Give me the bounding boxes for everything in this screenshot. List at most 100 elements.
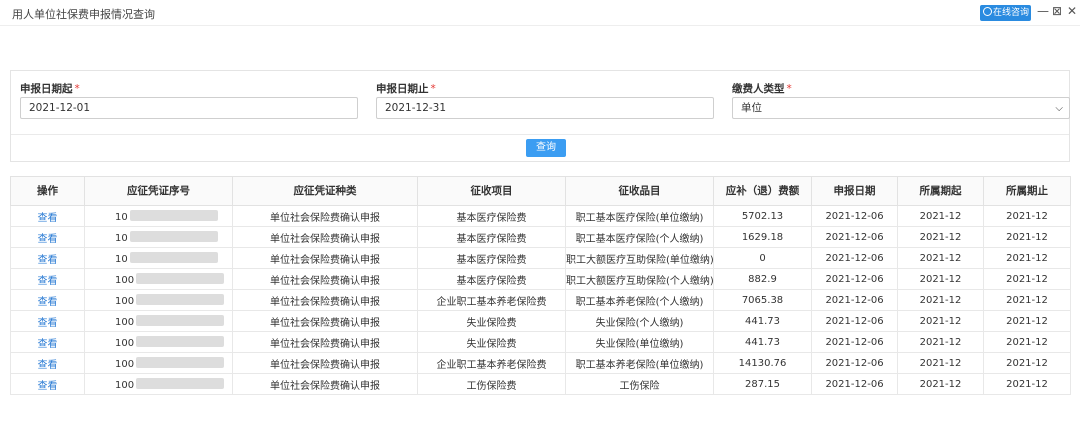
table-row: 查看 100 单位社会保险费确认申报 失业保险费 失业保险(个人缴纳) 441.73 202… bbox=[10, 310, 1071, 332]
period-end: 2021-12 bbox=[983, 289, 1071, 311]
voucher-no: 100 bbox=[84, 310, 233, 332]
voucher-no: 100 bbox=[84, 373, 233, 395]
view-link[interactable]: 查看 bbox=[10, 226, 85, 248]
collect-sub-item: 失业保险(单位缴纳) bbox=[565, 331, 714, 353]
view-link[interactable]: 查看 bbox=[10, 331, 85, 353]
voucher-type: 单位社会保险费确认申报 bbox=[232, 226, 418, 248]
declare-date: 2021-12-06 bbox=[811, 205, 898, 227]
close-icon[interactable]: ✕ bbox=[1067, 4, 1077, 18]
collect-sub-item: 工伤保险 bbox=[565, 373, 714, 395]
period-start: 2021-12 bbox=[897, 331, 984, 353]
period-start: 2021-12 bbox=[897, 205, 984, 227]
view-link[interactable]: 查看 bbox=[10, 310, 85, 332]
start-date-input[interactable]: 2021-12-01 bbox=[20, 97, 358, 119]
payer-type-select[interactable]: 单位 ⌵ bbox=[732, 97, 1070, 119]
voucher-no: 100 bbox=[84, 331, 233, 353]
voucher-no-text: 100 bbox=[115, 295, 135, 307]
voucher-no: 100 bbox=[84, 268, 233, 290]
declare-date: 2021-12-06 bbox=[811, 310, 898, 332]
view-link[interactable]: 查看 bbox=[10, 373, 85, 395]
col-sub-item: 征收品目 bbox=[565, 176, 714, 206]
period-end: 2021-12 bbox=[983, 310, 1071, 332]
amount: 441.73 bbox=[713, 331, 812, 353]
collect-sub-item: 职工基本医疗保险(单位缴纳) bbox=[565, 205, 714, 227]
redacted-mask bbox=[136, 356, 225, 368]
voucher-type: 单位社会保险费确认申报 bbox=[232, 205, 418, 227]
period-start: 2021-12 bbox=[897, 289, 984, 311]
voucher-no-text: 10 bbox=[115, 232, 128, 244]
amount: 5702.13 bbox=[713, 205, 812, 227]
voucher-type: 单位社会保险费确认申报 bbox=[232, 310, 418, 332]
table-row: 查看 100 单位社会保险费确认申报 企业职工基本养老保险费 职工基本养老保险(个人缴纳… bbox=[10, 289, 1071, 311]
period-end: 2021-12 bbox=[983, 373, 1071, 395]
maximize-icon[interactable]: ⊠ bbox=[1052, 4, 1062, 18]
collect-item: 基本医疗保险费 bbox=[417, 205, 566, 227]
declare-date: 2021-12-06 bbox=[811, 247, 898, 269]
online-consult-button[interactable]: 在线咨询 bbox=[980, 5, 1031, 21]
declare-date: 2021-12-06 bbox=[811, 289, 898, 311]
voucher-no-text: 10 bbox=[115, 211, 128, 223]
collect-item: 基本医疗保险费 bbox=[417, 268, 566, 290]
period-end: 2021-12 bbox=[983, 268, 1071, 290]
chevron-down-icon: ⌵ bbox=[1055, 103, 1063, 114]
voucher-type: 单位社会保险费确认申报 bbox=[232, 331, 418, 353]
voucher-type: 单位社会保险费确认申报 bbox=[232, 289, 418, 311]
table-row: 查看 10 单位社会保险费确认申报 基本医疗保险费 职工基本医疗保险(个人缴纳) 1629… bbox=[10, 226, 1071, 248]
end-date-input[interactable]: 2021-12-31 bbox=[376, 97, 714, 119]
amount: 441.73 bbox=[713, 310, 812, 332]
col-period-end: 所属期止 bbox=[983, 176, 1071, 206]
period-start: 2021-12 bbox=[897, 352, 984, 374]
period-start: 2021-12 bbox=[897, 247, 984, 269]
period-start: 2021-12 bbox=[897, 226, 984, 248]
minimize-icon[interactable]: — bbox=[1037, 4, 1049, 18]
voucher-type: 单位社会保险费确认申报 bbox=[232, 373, 418, 395]
voucher-no-text: 100 bbox=[115, 337, 135, 349]
voucher-no-text: 100 bbox=[115, 274, 135, 286]
period-end: 2021-12 bbox=[983, 226, 1071, 248]
amount: 1629.18 bbox=[713, 226, 812, 248]
voucher-no-text: 100 bbox=[115, 379, 135, 391]
end-date-group: 申报日期止 * 2021-12-31 bbox=[376, 81, 714, 119]
query-button[interactable]: 查询 bbox=[526, 139, 566, 157]
query-form: 申报日期起 * 2021-12-01 申报日期止 * 2021-12-31 缴费人类… bbox=[10, 70, 1070, 162]
payer-type-value: 单位 bbox=[741, 102, 762, 114]
voucher-no-text: 100 bbox=[115, 358, 135, 370]
collect-item: 基本医疗保险费 bbox=[417, 226, 566, 248]
payer-type-label: 缴费人类型 * bbox=[732, 83, 792, 95]
declare-date: 2021-12-06 bbox=[811, 226, 898, 248]
start-date-group: 申报日期起 * 2021-12-01 bbox=[20, 81, 358, 119]
view-link[interactable]: 查看 bbox=[10, 268, 85, 290]
form-divider bbox=[11, 134, 1069, 135]
collect-item: 企业职工基本养老保险费 bbox=[417, 289, 566, 311]
voucher-type: 单位社会保险费确认申报 bbox=[232, 268, 418, 290]
period-end: 2021-12 bbox=[983, 247, 1071, 269]
voucher-no: 10 bbox=[84, 205, 233, 227]
view-link[interactable]: 查看 bbox=[10, 205, 85, 227]
collect-item: 失业保险费 bbox=[417, 310, 566, 332]
period-start: 2021-12 bbox=[897, 310, 984, 332]
redacted-mask bbox=[129, 251, 218, 263]
table-row: 查看 100 单位社会保险费确认申报 基本医疗保险费 职工大额医疗互助保险(个人缴纳) 8… bbox=[10, 268, 1071, 290]
redacted-mask bbox=[129, 230, 218, 242]
period-start: 2021-12 bbox=[897, 373, 984, 395]
voucher-no: 100 bbox=[84, 352, 233, 374]
view-link[interactable]: 查看 bbox=[10, 247, 85, 269]
col-voucher-no: 应征凭证序号 bbox=[84, 176, 233, 206]
redacted-mask bbox=[136, 314, 225, 326]
table-row: 查看 10 单位社会保险费确认申报 基本医疗保险费 职工大额医疗互助保险(单位缴纳) 0 2… bbox=[10, 247, 1071, 269]
col-item: 征收项目 bbox=[417, 176, 566, 206]
view-link[interactable]: 查看 bbox=[10, 352, 85, 374]
redacted-mask bbox=[136, 293, 225, 305]
title-bar: 用人单位社保费申报情况查询 在线咨询 — ⊠ ✕ bbox=[0, 0, 1080, 26]
voucher-type: 单位社会保险费确认申报 bbox=[232, 247, 418, 269]
col-action: 操作 bbox=[10, 176, 85, 206]
period-start: 2021-12 bbox=[897, 268, 984, 290]
voucher-no-text: 10 bbox=[115, 253, 128, 265]
table-header: 操作 应征凭证序号 应征凭证种类 征收项目 征收品目 应补（退）费额 申报日期 … bbox=[10, 176, 1071, 206]
end-date-label: 申报日期止 * bbox=[376, 83, 436, 95]
redacted-mask bbox=[129, 209, 218, 221]
redacted-mask bbox=[136, 377, 225, 389]
view-link[interactable]: 查看 bbox=[10, 289, 85, 311]
amount: 287.15 bbox=[713, 373, 812, 395]
col-declare-date: 申报日期 bbox=[811, 176, 898, 206]
